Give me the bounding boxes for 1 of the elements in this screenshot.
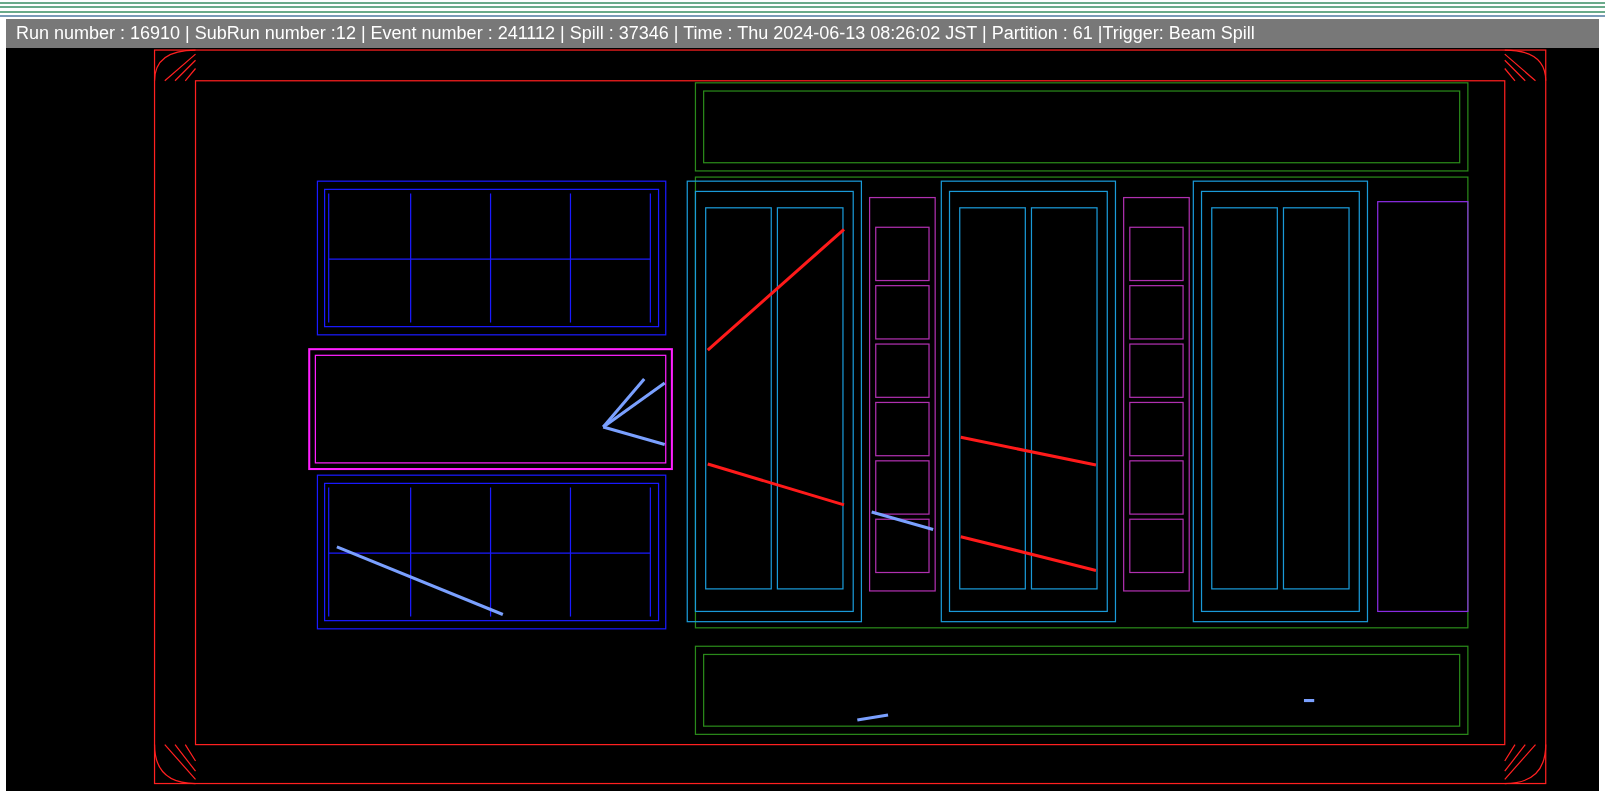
event-info-text: Run number : 16910 | SubRun number :12 | Event number : 241112 | Spill : 37346 | Time : Thu 2024-06-13 08:26:02 JST | Partition : 61 |Trigger: Beam Spill xyxy=(16,23,1255,45)
